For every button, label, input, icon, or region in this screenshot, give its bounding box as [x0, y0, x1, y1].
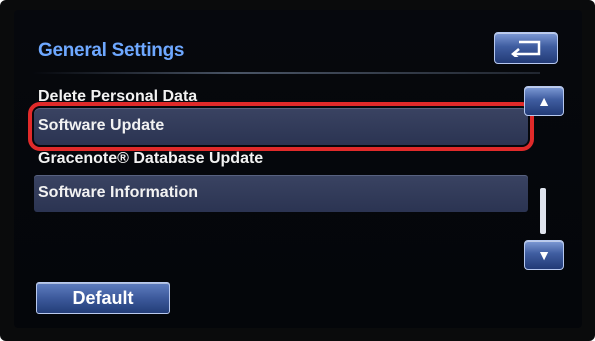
scrollbar-thumb[interactable] [540, 188, 546, 234]
header-divider [32, 72, 540, 74]
list-item-label: Delete Personal Data [38, 88, 198, 105]
display-screen: General Settings Delete Personal Data So… [14, 10, 582, 328]
scroll-down-button[interactable]: ▼ [524, 240, 564, 270]
arrow-down-icon: ▼ [537, 247, 551, 263]
list-item-software-information[interactable]: Software Information [34, 175, 528, 212]
back-button[interactable] [494, 32, 558, 64]
list-item-gracenote-database-update[interactable]: Gracenote® Database Update [34, 147, 528, 173]
list-item-label: Software Update [38, 117, 165, 134]
settings-list: Delete Personal Data Software Update Gra… [28, 86, 534, 214]
arrow-up-icon: ▲ [537, 93, 551, 109]
list-item-label: Gracenote® Database Update [38, 150, 264, 167]
scroll-up-button[interactable]: ▲ [524, 86, 564, 116]
page-title: General Settings [38, 40, 185, 61]
back-arrow-icon [511, 40, 541, 57]
default-button[interactable]: Default [36, 282, 170, 314]
list-item-delete-personal-data[interactable]: Delete Personal Data [34, 86, 528, 106]
list-item-label: Software Information [38, 184, 199, 201]
list-item-software-update[interactable]: Software Update [28, 102, 534, 151]
screen-bezel: General Settings Delete Personal Data So… [0, 0, 595, 341]
